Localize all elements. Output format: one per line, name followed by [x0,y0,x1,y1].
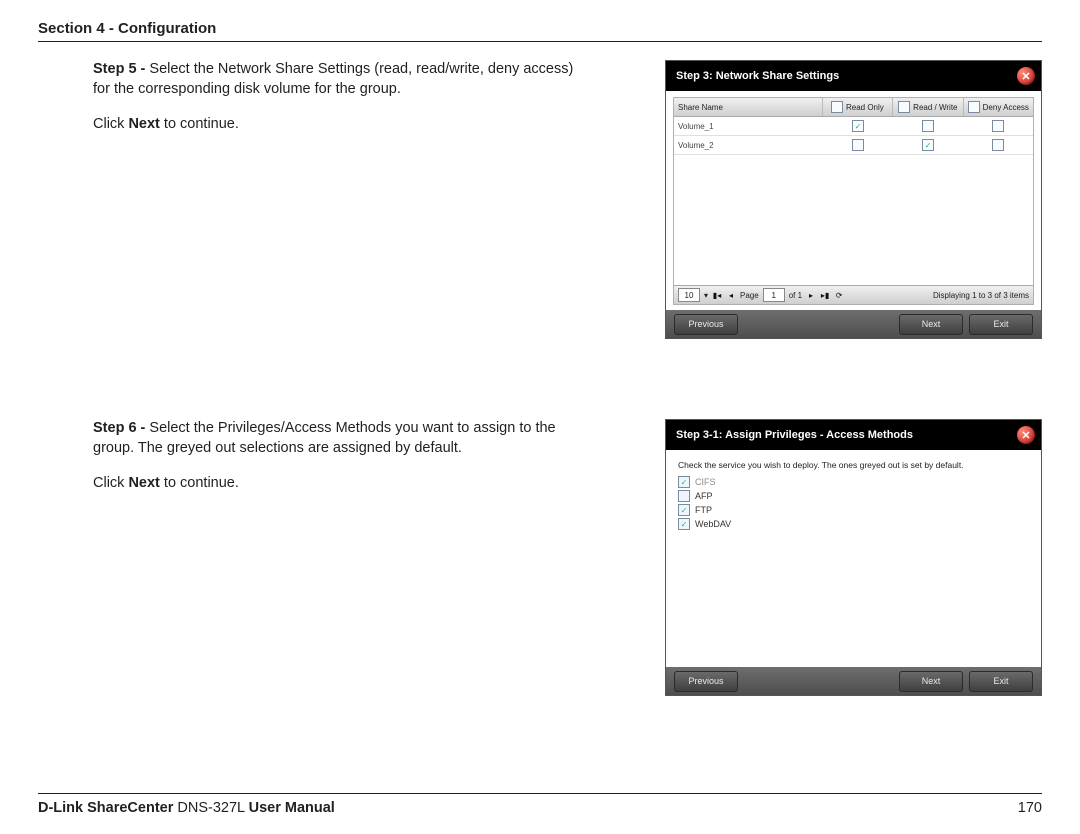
table-row[interactable]: Volume_2 ✓ [674,136,1033,155]
header-section: Section 4 - Configuration [38,20,1042,41]
page-size-select[interactable]: 10 [678,288,700,302]
dialog-network-share: Step 3: Network Share Settings ✕ Share N… [665,60,1042,339]
grid-pager: 10 ▾ ▮◂ ◂ Page 1 of 1 ▸ ▸▮ ⟳ Displaying … [674,285,1033,304]
checkbox-readwrite[interactable]: ✓ [922,139,934,151]
checkbox-readonly[interactable]: ✓ [852,120,864,132]
page-footer: D-Link ShareCenter DNS-327L User Manual … [38,793,1042,816]
exit-button[interactable]: Exit [969,314,1033,335]
service-ftp[interactable]: ✓ FTP [678,504,1029,516]
step5-text: Step 5 - Select the Network Share Settin… [38,60,583,339]
page-number: 170 [1018,800,1042,816]
service-webdav[interactable]: ✓ WebDAV [678,518,1029,530]
checkbox-cifs: ✓ [678,476,690,488]
dialog2-titlebar: Step 3-1: Assign Privileges - Access Met… [666,420,1041,450]
step6-cont-pre: Click [93,475,128,491]
share-grid: Share Name Read Only Read / Write Deny A… [673,97,1034,305]
checkbox-readwrite[interactable] [922,120,934,132]
checkbox-icon[interactable] [831,101,843,113]
col-sharename[interactable]: Share Name [674,98,823,116]
grid-header: Share Name Read Only Read / Write Deny A… [674,98,1033,117]
checkbox-deny[interactable] [992,139,1004,151]
prev-page-icon[interactable]: ◂ [726,291,736,300]
share-name: Volume_1 [674,117,823,135]
dialog-access-methods: Step 3-1: Assign Privileges - Access Met… [665,419,1042,696]
step6-desc: Select the Privileges/Access Methods you… [93,420,556,456]
step5-cont-bold: Next [128,116,159,132]
table-row[interactable]: Volume_1 ✓ [674,117,1033,136]
close-icon[interactable]: ✕ [1017,67,1035,85]
step5-desc: Select the Network Share Settings (read,… [93,61,573,97]
next-button[interactable]: Next [899,314,963,335]
close-icon[interactable]: ✕ [1017,426,1035,444]
dialog1-title: Step 3: Network Share Settings [676,70,839,82]
step5-cont-post: to continue. [160,116,239,132]
footer-left: D-Link ShareCenter DNS-327L User Manual [38,800,335,816]
next-button[interactable]: Next [899,671,963,692]
refresh-icon[interactable]: ⟳ [834,291,844,300]
next-page-icon[interactable]: ▸ [806,291,816,300]
checkbox-deny[interactable] [992,120,1004,132]
first-page-icon[interactable]: ▮◂ [712,291,722,300]
chevron-down-icon[interactable]: ▾ [704,291,708,300]
dialog2-hint: Check the service you wish to deploy. Th… [678,460,1029,470]
checkbox-webdav[interactable]: ✓ [678,518,690,530]
step6-cont-post: to continue. [160,475,239,491]
step5-cont-pre: Click [93,116,128,132]
step5-row: Step 5 - Select the Network Share Settin… [38,60,1042,339]
page-input[interactable]: 1 [763,288,785,302]
grid-empty-space [674,155,1033,285]
last-page-icon[interactable]: ▸▮ [820,291,830,300]
checkbox-icon[interactable] [968,101,980,113]
dialog2-footer: Previous Next Exit [666,667,1041,695]
exit-button[interactable]: Exit [969,671,1033,692]
step6-text: Step 6 - Select the Privileges/Access Me… [38,419,583,696]
checkbox-readonly[interactable] [852,139,864,151]
checkbox-ftp[interactable]: ✓ [678,504,690,516]
footer-rule [38,793,1042,794]
col-readwrite[interactable]: Read / Write [893,98,963,116]
service-cifs: ✓ CIFS [678,476,1029,488]
checkbox-icon[interactable] [898,101,910,113]
step6-cont-bold: Next [128,475,159,491]
share-name: Volume_2 [674,136,823,154]
pager-status: Displaying 1 to 3 of 3 items [933,291,1029,300]
col-deny[interactable]: Deny Access [964,98,1033,116]
dialog1-titlebar: Step 3: Network Share Settings ✕ [666,61,1041,91]
col-readonly[interactable]: Read Only [823,98,893,116]
service-afp[interactable]: AFP [678,490,1029,502]
checkbox-afp[interactable] [678,490,690,502]
page-of: of 1 [789,291,802,300]
step6-row: Step 6 - Select the Privileges/Access Me… [38,419,1042,696]
page-label: Page [740,291,759,300]
dialog1-footer: Previous Next Exit [666,310,1041,338]
step6-label: Step 6 - [93,420,149,436]
previous-button[interactable]: Previous [674,314,738,335]
step5-label: Step 5 - [93,61,149,77]
previous-button[interactable]: Previous [674,671,738,692]
dialog2-title: Step 3-1: Assign Privileges - Access Met… [676,429,913,441]
header-rule [38,41,1042,42]
